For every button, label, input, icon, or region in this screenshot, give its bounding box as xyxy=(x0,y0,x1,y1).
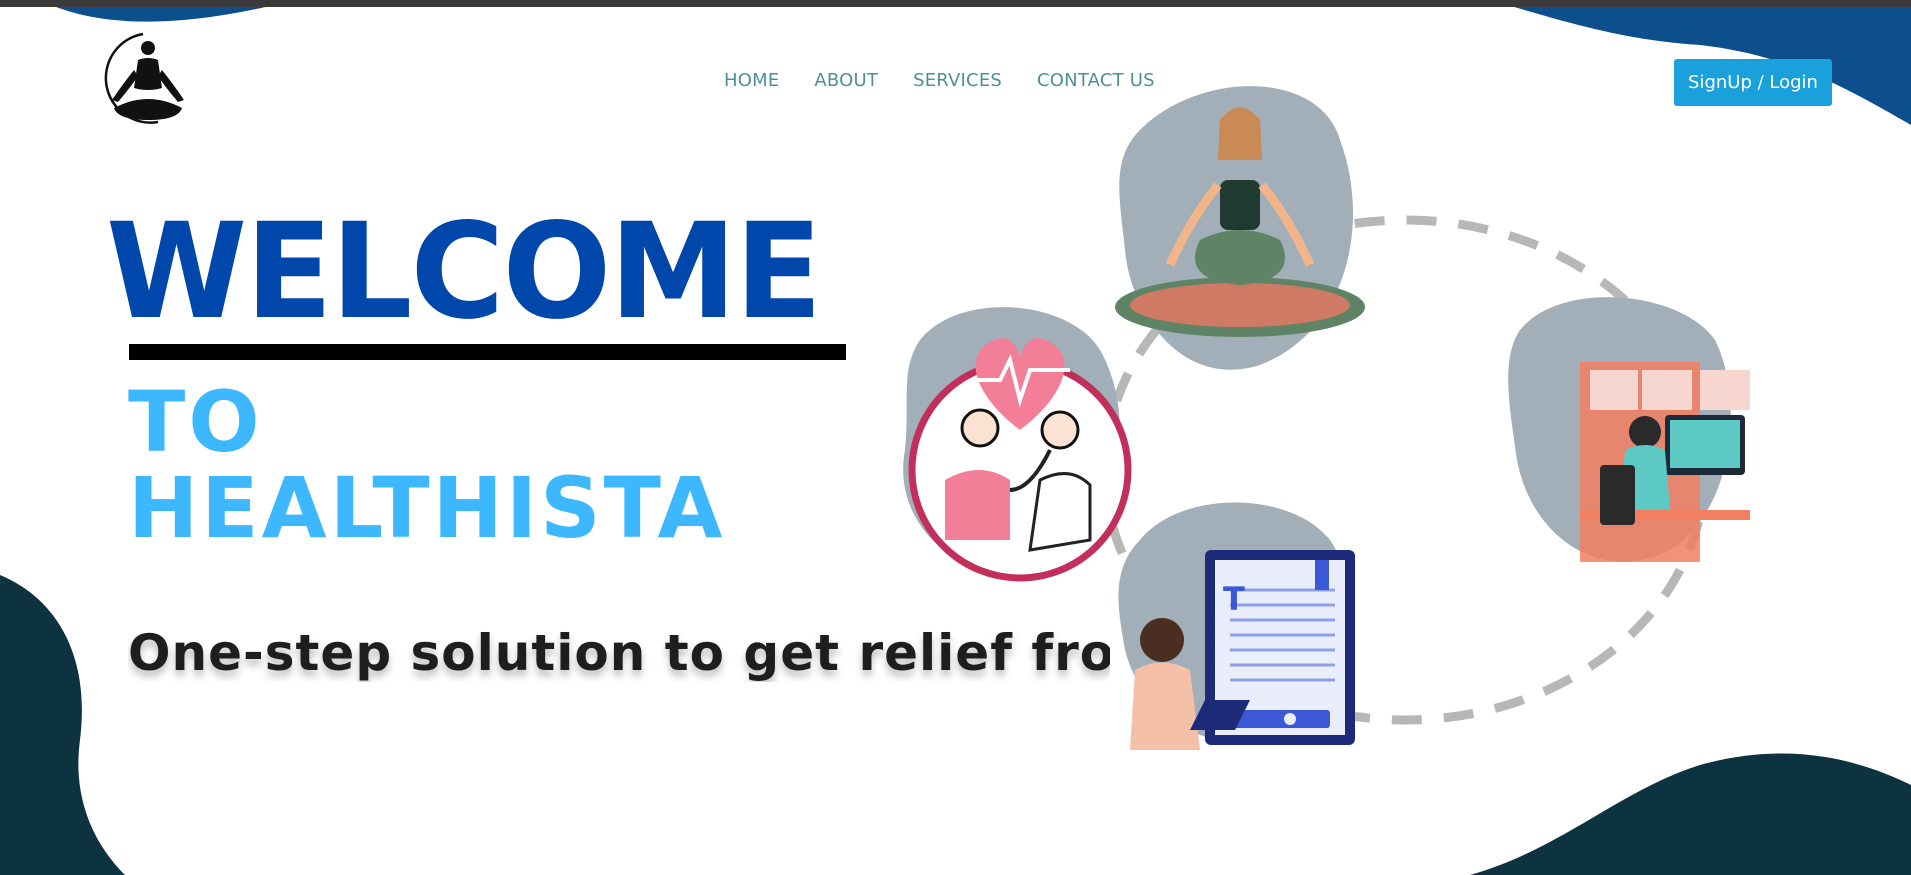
left-dark-wave xyxy=(0,575,125,875)
online-learning-icon: T xyxy=(1118,502,1355,750)
hero-subtitle-to: TO xyxy=(128,373,263,471)
signup-login-button[interactable]: SignUp / Login xyxy=(1674,59,1832,106)
doctor-checkup-icon xyxy=(903,307,1132,582)
title-underline xyxy=(129,344,846,360)
nav-contact-us[interactable]: CONTACT US xyxy=(1037,70,1155,91)
hero-brand-name: HEALTHISTA xyxy=(128,459,726,557)
remote-work-icon xyxy=(1508,297,1750,562)
hero-tagline: One-step solution to get relief from st xyxy=(128,624,1110,682)
browser-top-bar xyxy=(0,0,1911,7)
wellness-illustrations: T xyxy=(903,86,1750,750)
meditation-woman-icon xyxy=(1115,86,1365,370)
svg-text:T: T xyxy=(1223,580,1245,618)
nav-home[interactable]: HOME xyxy=(724,70,779,91)
nav-services[interactable]: SERVICES xyxy=(913,70,1002,91)
meditation-logo-icon[interactable] xyxy=(88,30,200,128)
nav-about[interactable]: ABOUT xyxy=(814,70,878,91)
hero-title: WELCOME xyxy=(106,195,822,349)
main-nav: HOME ABOUT SERVICES CONTACT US xyxy=(724,70,1155,91)
